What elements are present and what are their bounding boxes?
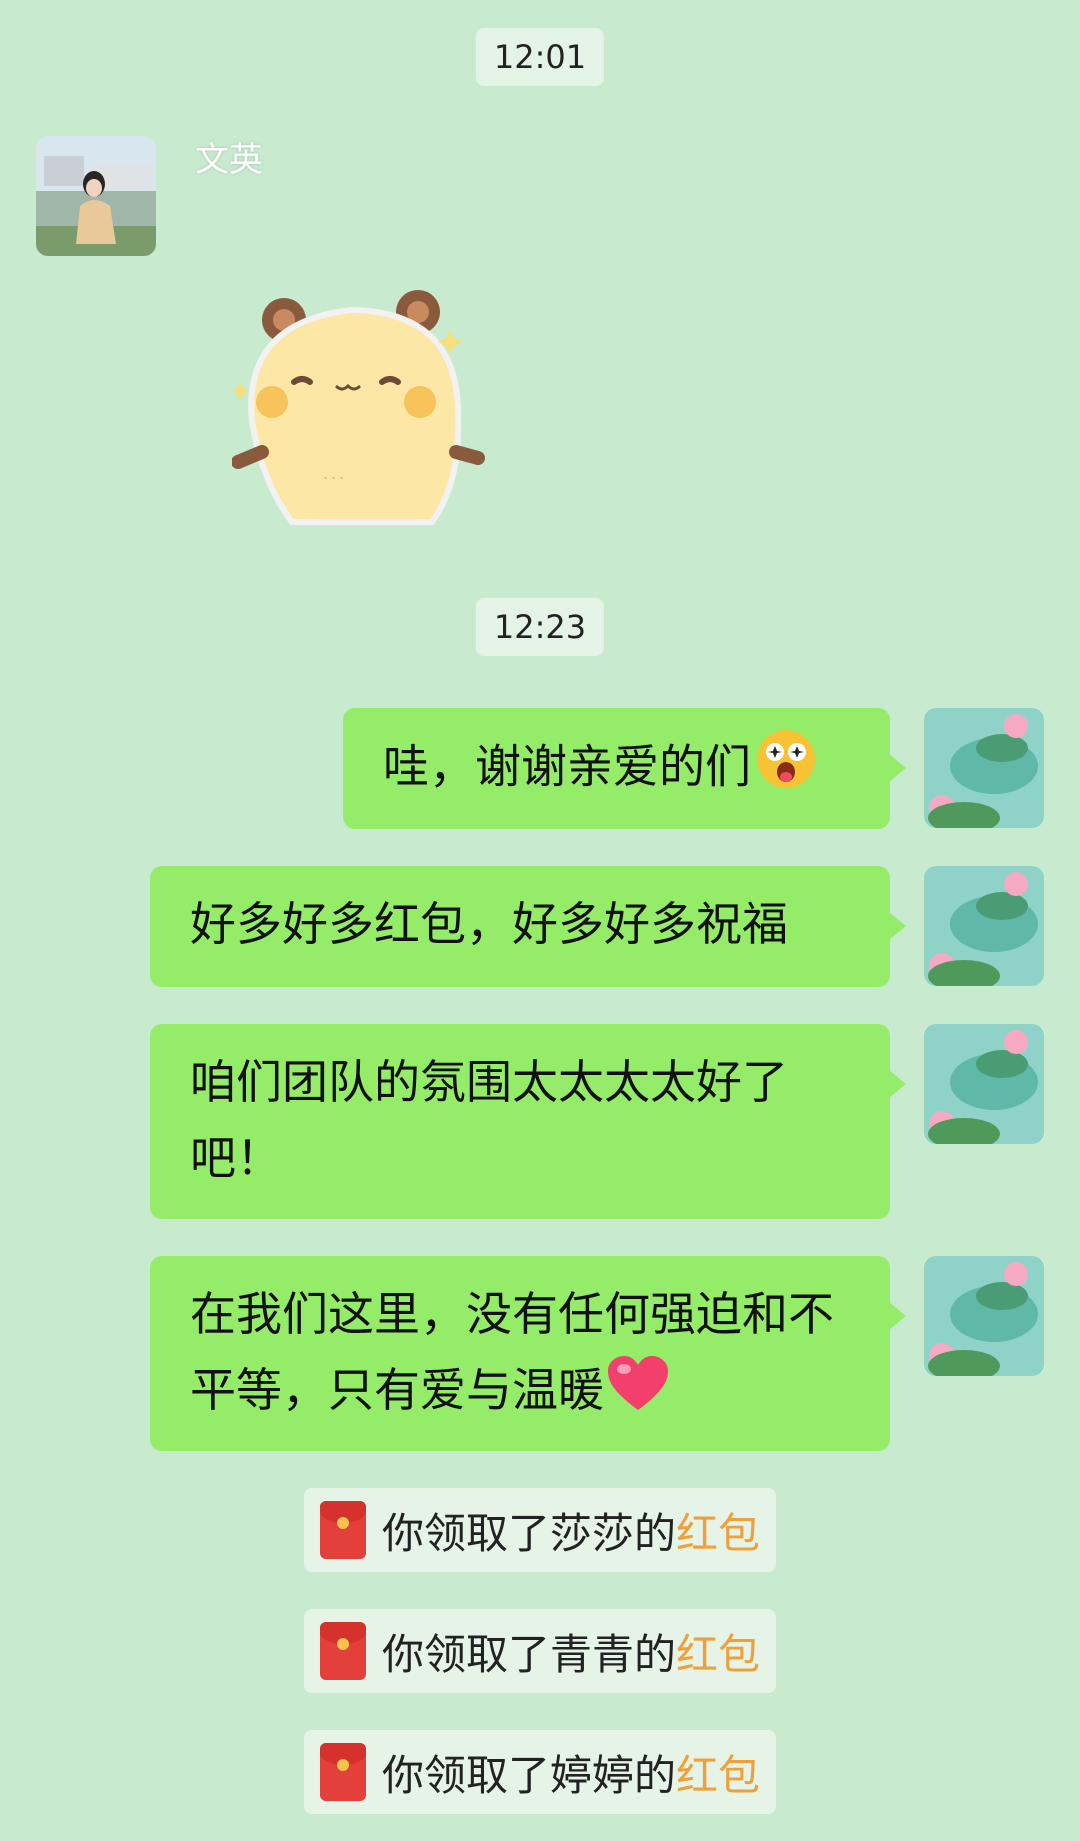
red-packet-icon (319, 1501, 366, 1559)
heart-emoji-icon (606, 1354, 670, 1434)
timestamp: 12:23 (475, 598, 605, 657)
red-packet-link[interactable]: 红包 (676, 1500, 760, 1561)
star-eyes-emoji-icon (755, 728, 817, 812)
message-text: 在我们这里，没有任何强迫和不平等，只有爱与温暖 (190, 1287, 834, 1417)
my-avatar[interactable] (924, 1256, 1044, 1376)
red-packet-text: 你领取了青青的 (381, 1629, 676, 1679)
red-packet-text: 你领取了莎莎的 (381, 1508, 676, 1558)
red-packet-notice: 你领取了莎莎的 红包 (303, 1488, 777, 1572)
red-packet-icon (319, 1622, 366, 1680)
my-avatar[interactable] (924, 708, 1044, 828)
red-packet-text: 你领取了婷婷的 (381, 1750, 676, 1800)
message-bubble[interactable]: 哇，谢谢亲爱的们 (343, 708, 906, 829)
red-packet-link[interactable]: 红包 (676, 1621, 760, 1682)
red-packet-notice: 你领取了青青的 红包 (303, 1609, 777, 1693)
message-text: 好多好多红包，好多好多祝福 (190, 897, 788, 951)
sender-name: 文英 (195, 140, 263, 180)
my-avatar[interactable] (924, 866, 1044, 986)
sender-avatar[interactable] (36, 136, 156, 256)
red-packet-notice: 你领取了婷婷的 红包 (303, 1730, 777, 1814)
message-text: 咱们团队的氛围太太太太好了吧！ (190, 1055, 788, 1185)
message-bubble[interactable]: 好多好多红包，好多好多祝福 (150, 866, 906, 987)
timestamp: 12:01 (475, 28, 605, 87)
bear-sticker[interactable] (231, 282, 502, 542)
red-packet-link[interactable]: 红包 (676, 1742, 760, 1803)
message-text: 哇，谢谢亲爱的们 (383, 739, 751, 794)
message-bubble[interactable]: 在我们这里，没有任何强迫和不平等，只有爱与温暖 (150, 1256, 906, 1451)
red-packet-icon (319, 1743, 366, 1801)
my-avatar[interactable] (924, 1024, 1044, 1144)
message-bubble[interactable]: 咱们团队的氛围太太太太好了吧！ (150, 1024, 906, 1219)
